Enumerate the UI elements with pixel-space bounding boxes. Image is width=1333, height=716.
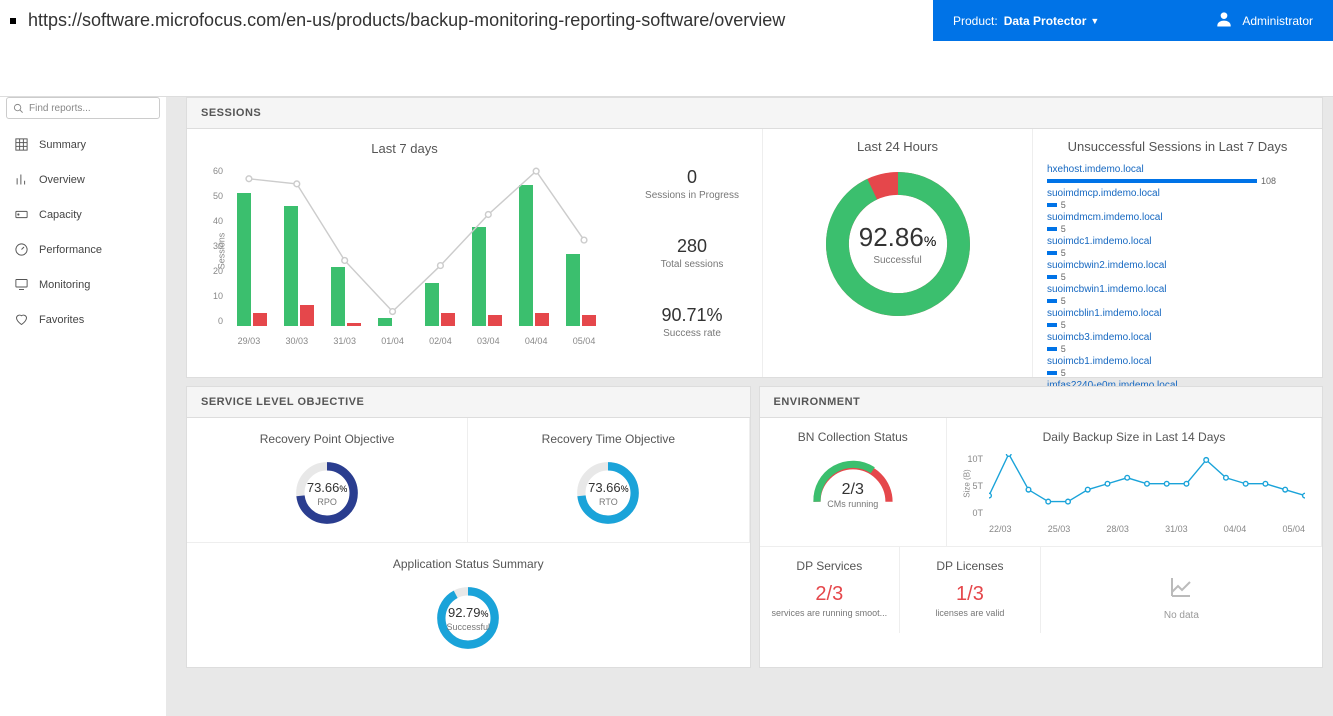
stat-label: Success rate [661,328,722,339]
unsuccessful-sessions[interactable]: Unsuccessful Sessions in Last 7 Days hxe… [1032,129,1322,377]
sidebar-item-label: Monitoring [39,279,90,291]
heart-icon [14,312,29,327]
spark-y-axis: 10T5T0T [959,454,983,518]
chart-placeholder-icon [1053,575,1310,604]
gauge-icon [14,242,29,257]
bar-chart-icon [14,172,29,187]
unsucc-title: Unsuccessful Sessions in Last 7 Days [1047,139,1308,154]
sidebar-item-performance[interactable]: Performance [0,232,166,267]
stat-value: 280 [661,236,724,257]
sidebar-item-summary[interactable]: Summary [0,127,166,162]
bn-sub: CMs running [808,499,898,509]
person-icon [1214,9,1234,32]
sidebar-item-label: Favorites [39,314,84,326]
rpo-title: Recovery Point Objective [201,432,453,446]
url-text: https://software.microfocus.com/en-us/pr… [28,10,785,31]
admin-label: Administrator [1242,14,1313,28]
slo-panel: SERVICE LEVEL OBJECTIVE Recovery Point O… [186,386,751,668]
sidebar-item-label: Capacity [39,209,82,221]
dps-sub: services are running smoot... [772,608,888,618]
main-content: SESSIONS Last 7 days Sessions 0102030405… [166,97,1333,716]
admin-menu[interactable]: Administrator [1214,9,1313,32]
nodata-cell: No data [1041,547,1322,633]
stat-label: Total sessions [661,259,724,270]
stat-label: Sessions in Progress [645,190,739,201]
sidebar-item-overview[interactable]: Overview [0,162,166,197]
search-icon [13,103,24,114]
rpo-sub: RPO [317,497,337,507]
sessions-24h-donut[interactable]: Last 24 Hours 92.86% Successful [762,129,1032,377]
sidebar-item-label: Summary [39,139,86,151]
sidebar-item-label: Overview [39,174,85,186]
stat-block: 0 Sessions in Progress [645,167,739,201]
bn-collection-cell[interactable]: BN Collection Status 2/3 CMs running [760,418,948,546]
rpo-value: 73.66 [307,480,340,495]
dp-licenses-cell[interactable]: DP Licenses 1/3 licenses are valid [900,547,1041,633]
dps-value: 2/3 [772,583,888,606]
env-header: ENVIRONMENT [760,387,1323,418]
rto-title: Recovery Time Objective [482,432,734,446]
dpl-title: DP Licenses [912,559,1028,573]
x-axis: 29/0330/0331/0301/0402/0403/0404/0405/04 [225,336,608,346]
daily-title: Daily Backup Size in Last 14 Days [959,430,1309,444]
sidebar-item-favorites[interactable]: Favorites [0,302,166,337]
sidebar: Find reports... Summary Overview Capacit… [0,97,166,716]
dp-services-cell[interactable]: DP Services 2/3 services are running smo… [760,547,901,633]
url-bullet-icon [10,18,16,24]
rto-sub: RTO [599,497,618,507]
search-placeholder: Find reports... [29,103,91,114]
product-value: Data Protector [1004,14,1087,28]
rto-cell[interactable]: Recovery Time Objective 73.66% RTO [468,418,749,542]
app-value: 92.79 [448,605,481,620]
daily-backup-cell[interactable]: Daily Backup Size in Last 14 Days Size (… [947,418,1322,546]
product-selector[interactable]: Product: Data Protector ▼ Administrator [933,0,1333,41]
sessions-panel: SESSIONS Last 7 days Sessions 0102030405… [186,97,1323,378]
dpl-value: 1/3 [912,583,1028,606]
sidebar-item-monitoring[interactable]: Monitoring [0,267,166,302]
stat-value: 90.71% [661,305,722,326]
donut-value: 92.86 [859,222,924,252]
donut-pct: % [924,233,936,249]
bn-title: BN Collection Status [772,430,935,444]
dpl-sub: licenses are valid [912,608,1028,618]
rto-value: 73.66 [588,480,621,495]
monitor-icon [14,277,29,292]
sessions-7d-chart[interactable]: Last 7 days Sessions 0102030405060 29/03… [187,129,622,377]
app-sub: Successful [446,622,490,632]
grid-icon [14,137,29,152]
top-bar: https://software.microfocus.com/en-us/pr… [0,0,1333,41]
chevron-down-icon: ▼ [1090,16,1099,26]
sessions-header: SESSIONS [187,98,1322,129]
sessions-stats: 0 Sessions in Progress 280 Total session… [622,129,762,377]
nodata-label: No data [1053,610,1310,621]
stat-block: 280 Total sessions [661,236,724,270]
dps-title: DP Services [772,559,888,573]
env-panel: ENVIRONMENT BN Collection Status 2/3 CMs… [759,386,1324,668]
product-label: Product: [953,14,998,28]
donut-label: Successful [873,255,921,266]
spark-x-axis: 22/0325/0328/0331/0304/0405/04 [989,524,1305,534]
capacity-icon [14,207,29,222]
url-region: https://software.microfocus.com/en-us/pr… [0,10,933,31]
sub-header [0,41,1333,97]
search-input[interactable]: Find reports... [6,97,160,119]
spark-line-icon [989,454,1305,513]
bn-value: 2/3 [808,481,898,499]
bar-plot [225,166,608,326]
sessions-24h-title: Last 24 Hours [773,139,1022,154]
sessions-7d-title: Last 7 days [201,141,608,156]
rpo-cell[interactable]: Recovery Point Objective 73.66% RPO [187,418,468,542]
app-title: Application Status Summary [201,557,736,571]
stat-value: 0 [645,167,739,188]
sidebar-item-label: Performance [39,244,102,256]
y-axis: 0102030405060 [205,166,223,326]
unsucc-list: hxehost.imdemo.local108suoimdmcp.imdemo.… [1047,164,1308,402]
slo-header: SERVICE LEVEL OBJECTIVE [187,387,750,418]
sidebar-item-capacity[interactable]: Capacity [0,197,166,232]
stat-block: 90.71% Success rate [661,305,722,339]
app-status-cell[interactable]: Application Status Summary 92.79% Succes… [187,542,750,667]
